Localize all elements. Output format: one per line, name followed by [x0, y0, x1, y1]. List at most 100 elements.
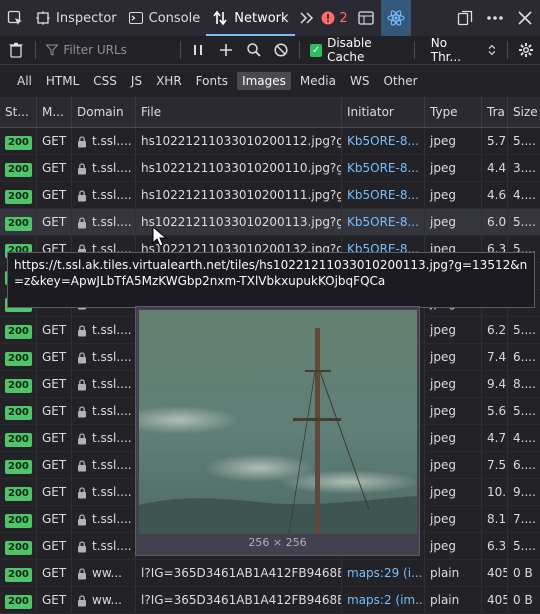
cell-domain: t.ssl....	[71, 398, 135, 424]
initiator-text[interactable]: Kb5ORE-8...	[347, 134, 419, 148]
size-text: 5....	[513, 215, 536, 229]
separator	[35, 41, 37, 59]
image-preview	[139, 310, 417, 534]
cell-domain: t.ssl....	[71, 425, 135, 451]
filter-all[interactable]: All	[12, 72, 37, 90]
status-badge: 200	[5, 163, 32, 177]
filter-images[interactable]: Images	[237, 72, 291, 90]
close-icon[interactable]	[510, 0, 540, 36]
error-icon	[321, 11, 335, 25]
column-transferred[interactable]: Tra	[481, 97, 507, 127]
cell-domain: t.ssl....	[71, 317, 135, 343]
file-text: l?IG=365D3461AB1A412FB9468B1C	[141, 593, 341, 607]
table-row[interactable]: 200 GET t.ssl.... hs10221211033010200112.jp…	[0, 128, 540, 155]
cell-domain: t.ssl....	[71, 128, 135, 154]
status-badge: 200	[5, 460, 32, 474]
cell-file: hs10221211033010200112.jpg?g=13	[135, 128, 341, 154]
method-text: GET	[42, 377, 67, 391]
throttling-label: No Thr...	[430, 36, 461, 64]
filter-xhr[interactable]: XHR	[151, 72, 187, 90]
size-text: 6....	[513, 350, 536, 364]
cell-transferred: 7.5	[481, 452, 507, 478]
filter-css[interactable]: CSS	[88, 72, 122, 90]
lock-icon	[78, 135, 86, 147]
initiator-text[interactable]: maps:2 (im...	[347, 593, 424, 607]
table-row[interactable]: 200 GET t.ssl.... hs10221211033010200110.jp…	[0, 155, 540, 182]
add-request-icon[interactable]	[212, 36, 240, 64]
status-badge: 200	[5, 379, 32, 393]
cell-method: GET	[36, 128, 71, 154]
domain-text: t.ssl....	[92, 404, 132, 418]
separate-window-icon[interactable]	[450, 0, 480, 36]
more-tabs-chevron-icon[interactable]	[295, 0, 319, 36]
table-row[interactable]: 200 GET t.ssl.... hs10221211033010200113.jp…	[0, 209, 540, 236]
pause-icon[interactable]	[184, 36, 212, 64]
cell-initiator: Kb5ORE-8...	[341, 182, 424, 208]
inspector-icon	[36, 11, 50, 25]
cell-domain: t.ssl....	[71, 209, 135, 235]
initiator-text[interactable]: maps:29 (i...	[347, 566, 423, 580]
initiator-text[interactable]: Kb5ORE-8...	[347, 161, 419, 175]
table-row[interactable]: 200 GET ww... l?IG=365D3461AB1A412FB9468B1C…	[0, 560, 540, 587]
cell-size: 6....	[507, 452, 540, 478]
disable-cache-checkbox[interactable]: ✓ Disable Cache	[310, 36, 406, 64]
cell-status: 200	[0, 128, 36, 154]
cell-method: GET	[36, 560, 71, 586]
lock-icon	[78, 351, 86, 363]
filter-fonts[interactable]: Fonts	[191, 72, 233, 90]
cell-size: 3....	[507, 155, 540, 181]
cell-initiator: maps:29 (i...	[341, 560, 424, 586]
image-dimensions: 256 × 256	[248, 536, 307, 549]
throttling-select[interactable]: No Thr...	[431, 36, 496, 64]
type-text: jpeg	[430, 377, 456, 391]
column-domain[interactable]: Domain	[71, 97, 135, 127]
lock-icon	[78, 405, 86, 417]
more-options-icon[interactable]	[480, 0, 510, 36]
tab-inspector[interactable]: Inspector	[30, 0, 123, 36]
filter-other[interactable]: Other	[378, 72, 422, 90]
column-type[interactable]: Type	[424, 97, 481, 127]
method-text: GET	[42, 404, 67, 418]
type-text: plain	[430, 566, 460, 580]
initiator-text[interactable]: Kb5ORE-8...	[347, 215, 419, 229]
column-file[interactable]: File	[135, 97, 341, 127]
type-text: jpeg	[430, 215, 456, 229]
cell-size: 7....	[507, 506, 540, 532]
file-text: hs10221211033010200111.jpg?g=13	[141, 188, 341, 202]
cell-domain: ww...	[71, 587, 135, 613]
tab-console[interactable]: Console	[123, 0, 207, 36]
domain-text: t.ssl....	[92, 458, 132, 472]
filter-js[interactable]: JS	[126, 72, 147, 90]
tab-network[interactable]: Network	[206, 0, 294, 36]
react-devtools-icon[interactable]	[380, 0, 411, 36]
column-size[interactable]: Size	[507, 97, 540, 127]
block-requests-icon[interactable]	[268, 36, 296, 64]
domain-text: t.ssl....	[92, 431, 132, 445]
table-row[interactable]: 200 GET ww... l?IG=365D3461AB1A412FB9468B1C…	[0, 587, 540, 614]
filter-ws[interactable]: WS	[345, 72, 374, 90]
filter-urls-input[interactable]: Filter URLs	[40, 43, 175, 57]
cell-domain: t.ssl....	[71, 506, 135, 532]
cell-domain: ww...	[71, 560, 135, 586]
column-initiator[interactable]: Initiator	[341, 97, 424, 127]
transferred-text: 9.4	[487, 377, 507, 391]
style-editor-icon[interactable]	[351, 0, 381, 36]
filter-html[interactable]: HTML	[41, 72, 84, 90]
settings-gear-icon[interactable]	[512, 36, 540, 64]
initiator-text[interactable]: Kb5ORE-8...	[347, 188, 419, 202]
clear-trash-icon[interactable]	[0, 36, 31, 64]
network-icon	[212, 10, 228, 26]
element-picker-icon[interactable]	[0, 0, 30, 36]
method-text: GET	[42, 215, 67, 229]
column-status[interactable]: St...	[0, 97, 36, 127]
error-count-button[interactable]: 2	[319, 0, 351, 36]
search-icon[interactable]	[240, 36, 268, 64]
cell-method: GET	[36, 398, 71, 424]
error-count: 2	[339, 10, 348, 26]
cell-type: jpeg	[424, 533, 481, 559]
status-badge: 200	[5, 433, 32, 447]
column-method[interactable]: M...	[36, 97, 71, 127]
size-text: 0 B	[513, 566, 533, 580]
filter-media[interactable]: Media	[295, 72, 341, 90]
table-row[interactable]: 200 GET t.ssl.... hs10221211033010200111.jp…	[0, 182, 540, 209]
